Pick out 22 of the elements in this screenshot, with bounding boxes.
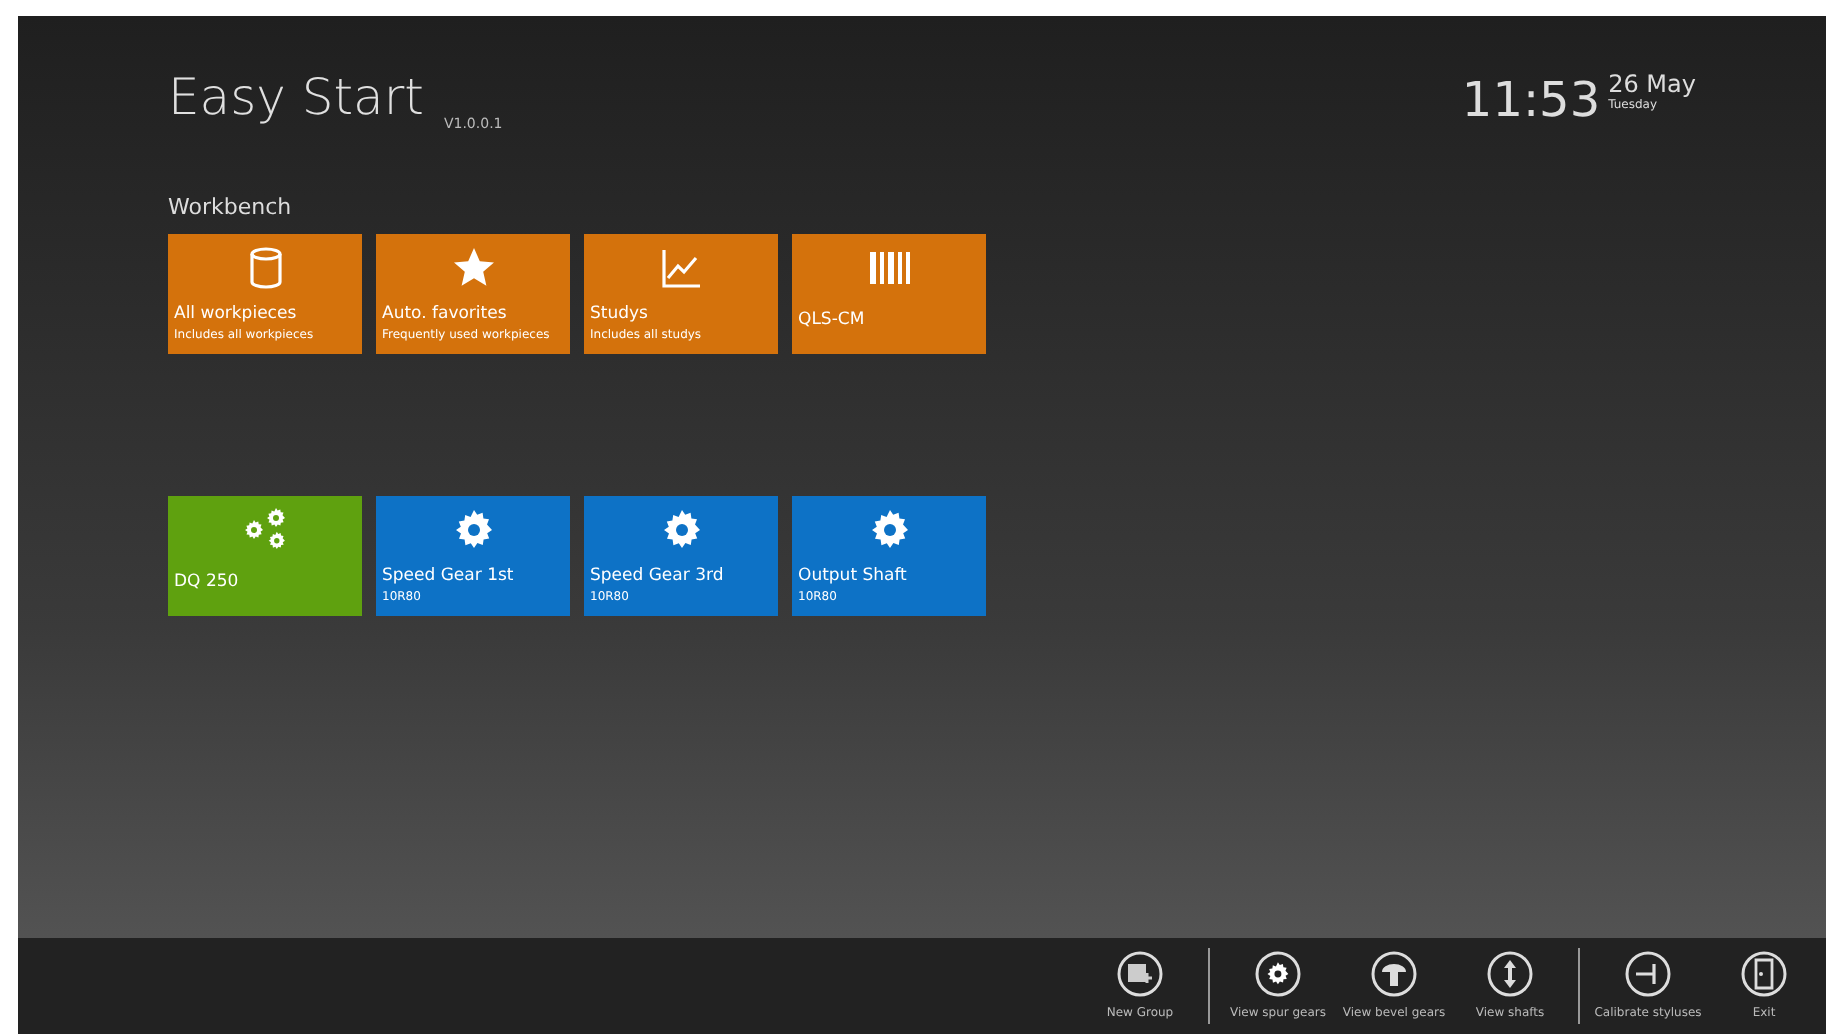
tile-title: Output Shaft — [798, 568, 909, 587]
tile-title: QLS-CM — [798, 312, 867, 331]
tile-title: Studys — [590, 306, 650, 325]
date-label: 26 May — [1608, 72, 1696, 96]
app-title: Easy Start — [168, 66, 424, 130]
tile-title: Auto. favorites — [382, 306, 509, 325]
gears-icon — [241, 505, 289, 553]
stylus-icon — [1624, 950, 1672, 998]
up-down-arrows-icon — [1486, 950, 1534, 998]
star-icon — [449, 243, 497, 291]
tile-title: Speed Gear 1st — [382, 568, 516, 587]
tile-title: DQ 250 — [174, 574, 241, 593]
mushroom-icon — [1370, 950, 1418, 998]
tile-title: All workpieces — [174, 306, 299, 325]
clock-time: 11:53 — [1461, 70, 1601, 132]
gear-icon — [1254, 950, 1302, 998]
new-group-icon — [1116, 950, 1164, 998]
tile[interactable]: DQ 250 — [168, 495, 362, 615]
tile[interactable]: QLS-CM — [792, 233, 986, 353]
tile-title: Speed Gear 3rd — [590, 568, 726, 587]
group-title: Workbench — [168, 192, 294, 224]
door-icon — [1740, 950, 1788, 998]
